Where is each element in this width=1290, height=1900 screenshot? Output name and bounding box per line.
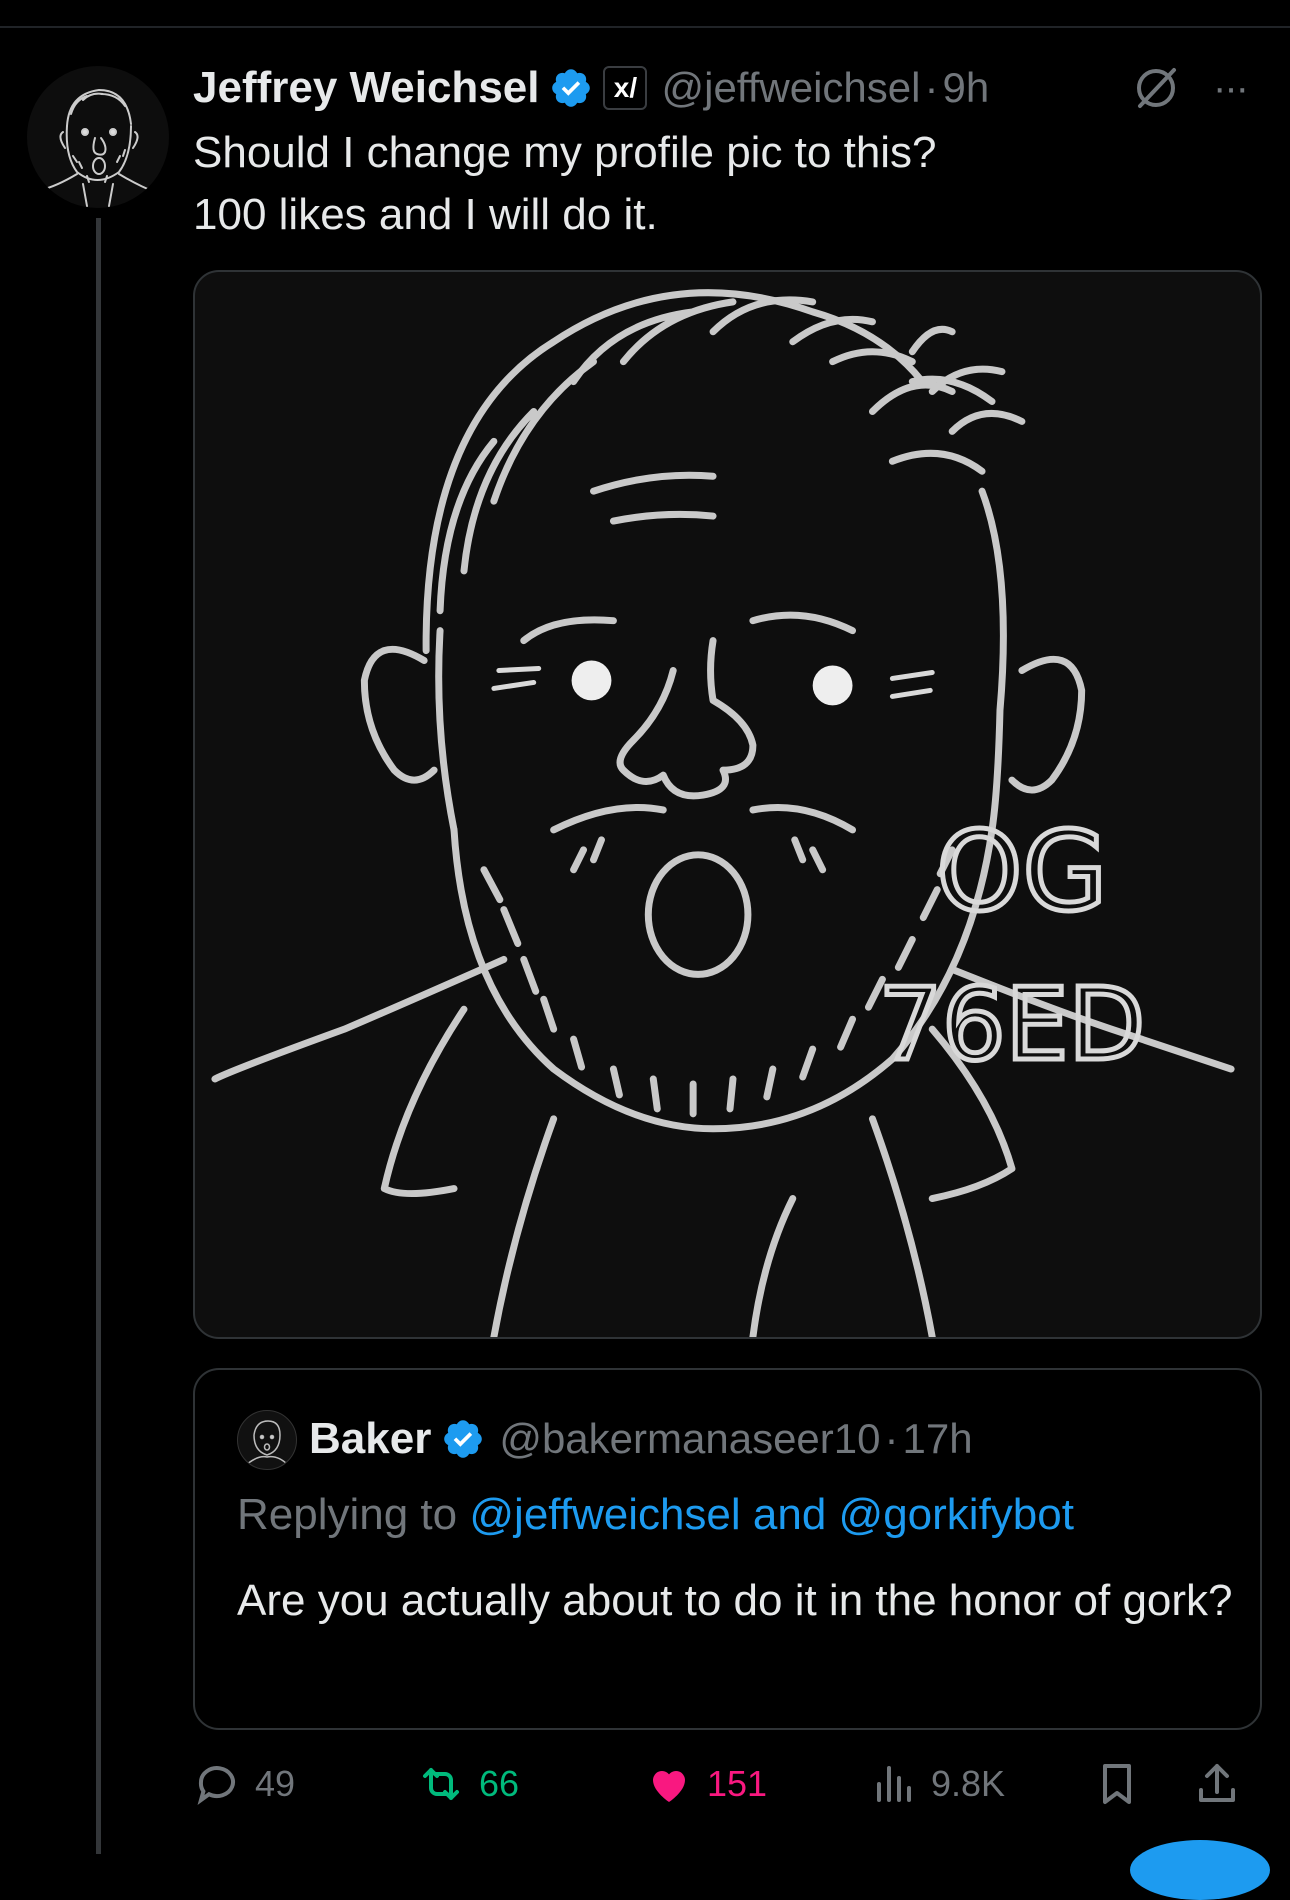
author-handle[interactable]: @jeffweichsel <box>661 64 920 112</box>
like-count: 151 <box>707 1763 768 1804</box>
heart-icon <box>653 1771 685 1802</box>
quote-header: Baker @bakermanaseer10 · 17h <box>309 1410 973 1468</box>
quoted-tweet[interactable]: Baker @bakermanaseer10 · 17h Replying to… <box>193 1368 1262 1730</box>
quote-text: Are you actually about to do it in the h… <box>237 1576 1233 1625</box>
compose-button[interactable] <box>1130 1840 1270 1900</box>
affiliate-badge-icon[interactable]: x/ <box>603 66 648 110</box>
verified-badge-icon[interactable] <box>549 66 593 110</box>
separator-dot: · <box>924 64 939 111</box>
chalk-portrait-illustration: OG 76ED <box>211 289 1235 1337</box>
separator-dot: · <box>884 1415 899 1462</box>
views-icon <box>877 1766 911 1802</box>
like-button[interactable]: 151 <box>645 1752 767 1816</box>
verified-badge-icon[interactable] <box>441 1417 485 1461</box>
image-caption-76ed: 76ED <box>879 968 1145 1083</box>
avatar-sketch-icon <box>40 88 156 207</box>
repost-icon <box>423 1768 459 1800</box>
image-caption-og: OG <box>936 808 1107 936</box>
action-bar: 49 66 151 9.8K <box>193 1752 1273 1816</box>
author-name[interactable]: Jeffrey Weichsel <box>193 63 539 113</box>
share-icon <box>1199 1764 1235 1802</box>
replying-to-line: Replying to @jeffweichsel and @gorkifybo… <box>237 1490 1074 1540</box>
views-button[interactable]: 9.8K <box>869 1752 1005 1816</box>
tweet-text-line-2: 100 likes and I will do it. <box>193 190 658 239</box>
quote-author-name[interactable]: Baker <box>309 1414 431 1464</box>
quote-author-avatar[interactable] <box>237 1410 297 1470</box>
tweet-header: Jeffrey Weichsel x/ @jeffweichsel · 9h <box>193 58 989 118</box>
quote-time[interactable]: 17h <box>903 1415 973 1463</box>
reply-count: 49 <box>255 1763 296 1804</box>
tweet-text: Should I change my profile pic to this? … <box>193 122 937 246</box>
grok-icon[interactable] <box>1128 60 1184 116</box>
quote-author-handle[interactable]: @bakermanaseer10 <box>499 1415 880 1463</box>
thread-line <box>96 218 101 1854</box>
repost-count: 66 <box>479 1763 520 1804</box>
top-divider <box>0 26 1290 28</box>
views-count: 9.8K <box>931 1763 1006 1804</box>
more-icon[interactable]: ··· <box>1213 68 1263 108</box>
bookmark-button[interactable] <box>1093 1752 1155 1816</box>
reply-icon <box>197 1766 235 1805</box>
tweet-time[interactable]: 9h <box>942 64 989 112</box>
tweet-text-line-1: Should I change my profile pic to this? <box>193 128 937 177</box>
replying-to-links[interactable]: @jeffweichsel and @gorkifybot <box>469 1490 1074 1539</box>
share-button[interactable] <box>1193 1752 1255 1816</box>
replying-prefix: Replying to <box>237 1490 458 1539</box>
reply-button[interactable]: 49 <box>193 1752 295 1816</box>
bookmark-icon <box>1103 1764 1131 1804</box>
repost-button[interactable]: 66 <box>417 1752 519 1816</box>
tweet-image[interactable]: OG 76ED <box>193 270 1262 1339</box>
author-avatar[interactable] <box>27 66 169 208</box>
